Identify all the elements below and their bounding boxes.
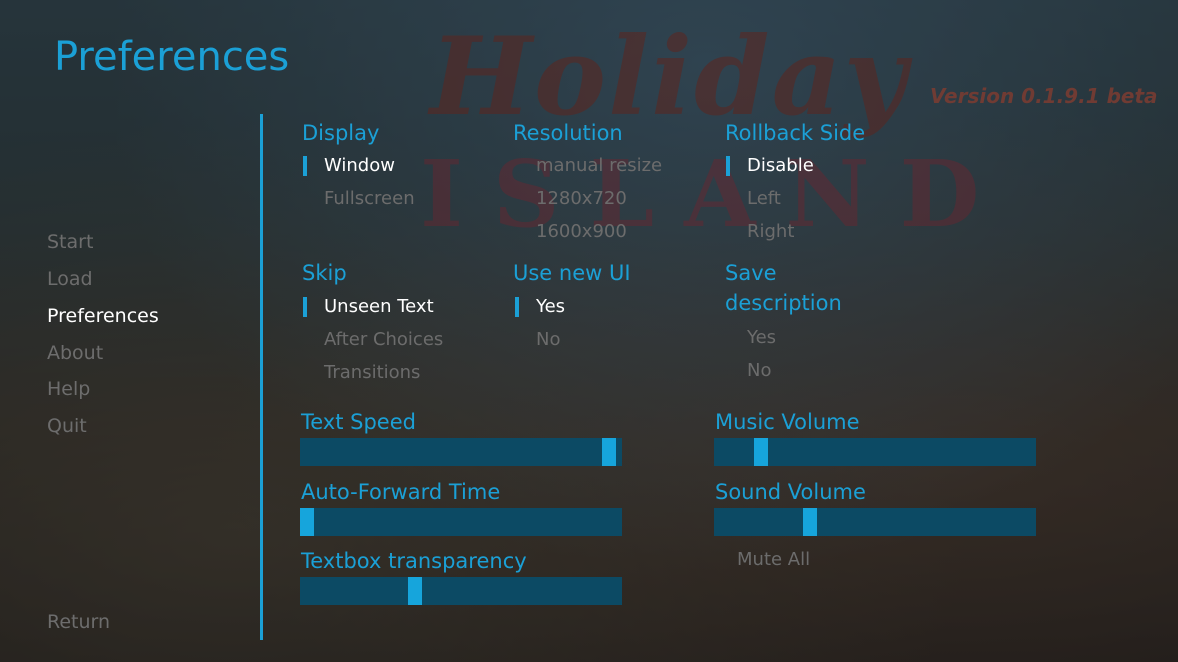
save-description-title-line1: Save: [725, 261, 777, 285]
new-ui-title: Use new UI: [513, 261, 631, 285]
option-label: manual resize: [536, 155, 663, 176]
save-description-title: Save description: [725, 258, 842, 318]
resolution-1600-option[interactable]: 1600x900: [536, 218, 627, 246]
rollback-right-option[interactable]: Right: [747, 218, 794, 246]
option-label: Transitions: [324, 362, 421, 383]
nav-load[interactable]: Load: [47, 268, 93, 290]
nav-start[interactable]: Start: [47, 231, 93, 253]
sound-volume-label: Sound Volume: [715, 480, 866, 504]
menu-divider: [260, 114, 263, 640]
mute-all-toggle[interactable]: Mute All: [737, 546, 810, 574]
slider-thumb[interactable]: [300, 508, 314, 536]
selected-marker: [515, 297, 519, 317]
selected-marker: [726, 156, 730, 176]
nav-about[interactable]: About: [47, 342, 103, 364]
skip-after-choices-option[interactable]: After Choices: [324, 326, 443, 354]
rollback-left-option[interactable]: Left: [747, 185, 781, 213]
nav-help[interactable]: Help: [47, 378, 90, 400]
save-description-no-option[interactable]: No: [747, 357, 771, 385]
new-ui-no-option[interactable]: No: [536, 326, 560, 354]
new-ui-yes-option[interactable]: Yes: [515, 293, 566, 321]
resolution-1280-option[interactable]: 1280x720: [536, 185, 627, 213]
resolution-title: Resolution: [513, 121, 623, 145]
slider-thumb[interactable]: [602, 438, 616, 466]
slider-thumb[interactable]: [803, 508, 817, 536]
option-label: 1600x900: [536, 221, 627, 242]
save-description-title-line2: description: [725, 291, 842, 315]
version-label: Version 0.1.9.1 beta: [930, 84, 1158, 108]
save-description-yes-option[interactable]: Yes: [747, 324, 776, 352]
nav-quit[interactable]: Quit: [47, 415, 87, 437]
skip-unseen-text-option[interactable]: Unseen Text: [303, 293, 434, 321]
rollback-title: Rollback Side: [725, 121, 866, 145]
slider-thumb[interactable]: [408, 577, 422, 605]
display-window-option[interactable]: Window: [303, 152, 395, 180]
option-label: 1280x720: [536, 188, 627, 209]
selected-marker: [303, 297, 307, 317]
option-label: No: [536, 329, 561, 350]
auto-forward-slider[interactable]: [300, 508, 622, 536]
option-label: Mute All: [737, 549, 811, 570]
option-label: Disable: [747, 155, 814, 176]
textbox-transparency-slider[interactable]: [300, 577, 622, 605]
music-volume-slider[interactable]: [714, 438, 1036, 466]
option-label: No: [747, 360, 772, 381]
selected-marker: [303, 156, 307, 176]
nav-return[interactable]: Return: [47, 611, 110, 633]
option-label: Yes: [747, 327, 777, 348]
slider-thumb[interactable]: [754, 438, 768, 466]
option-label: Unseen Text: [324, 296, 434, 317]
nav-preferences[interactable]: Preferences: [47, 305, 159, 327]
option-label: Window: [324, 155, 395, 176]
textbox-transparency-label: Textbox transparency: [301, 549, 527, 573]
auto-forward-label: Auto-Forward Time: [301, 480, 501, 504]
option-label: Left: [747, 188, 781, 209]
option-label: Right: [747, 221, 795, 242]
skip-transitions-option[interactable]: Transitions: [324, 359, 420, 387]
resolution-manual-option[interactable]: manual resize: [536, 152, 662, 180]
skip-title: Skip: [302, 261, 347, 285]
display-fullscreen-option[interactable]: Fullscreen: [324, 185, 415, 213]
music-volume-label: Music Volume: [715, 410, 860, 434]
display-title: Display: [302, 121, 380, 145]
option-label: Fullscreen: [324, 188, 415, 209]
rollback-disable-option[interactable]: Disable: [726, 152, 814, 180]
option-label: After Choices: [324, 329, 444, 350]
text-speed-slider[interactable]: [300, 438, 622, 466]
option-label: Yes: [536, 296, 566, 317]
text-speed-label: Text Speed: [301, 410, 416, 434]
page-title: Preferences: [54, 34, 290, 80]
sound-volume-slider[interactable]: [714, 508, 1036, 536]
